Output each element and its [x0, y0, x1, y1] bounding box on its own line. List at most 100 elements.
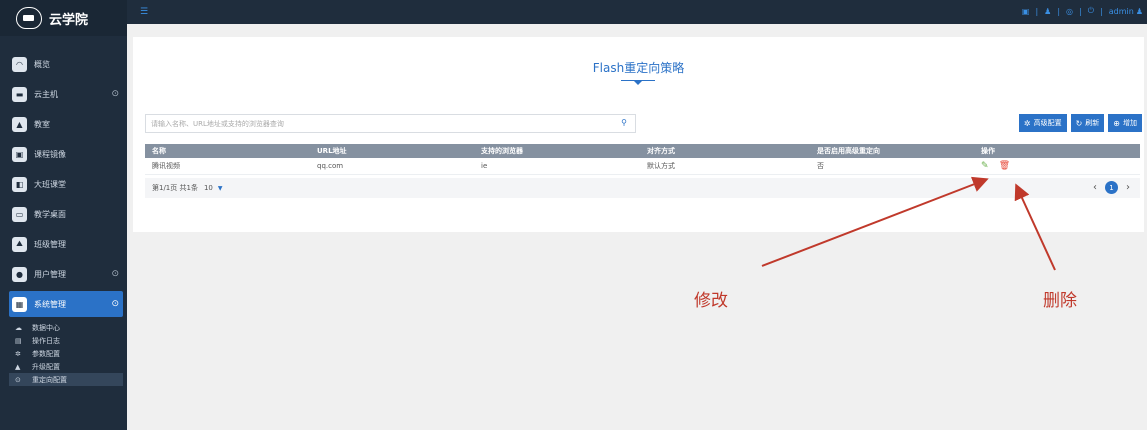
user-icon: ● [12, 266, 27, 282]
sidebar-item-label: 班级管理 [34, 239, 66, 249]
user-name[interactable]: admin [1109, 7, 1134, 16]
plus-circle-icon: ⊕ [1113, 118, 1120, 128]
sidebar-item-large-class[interactable]: ◧ 大班课堂 [9, 171, 123, 197]
advanced-config-button[interactable]: ✲ 高级配置 [1018, 114, 1067, 132]
logo[interactable]: 云学院 [0, 0, 127, 36]
sidebar-item-class-management[interactable]: ⛰ 班级管理 [9, 231, 123, 257]
pagination-bar: 第1/1页 共1条 10 ▼ ‹ 1 › [145, 178, 1140, 198]
divider: | [1079, 6, 1082, 16]
menu-toggle-icon[interactable]: ☰ [140, 7, 148, 17]
cell-browser: ie [474, 158, 640, 175]
cloud-logo-icon [16, 7, 42, 29]
sidebar-item-system-management[interactable]: ▦ 系统管理 ⊙ [9, 291, 123, 317]
sidebar-item-classroom[interactable]: ▲ 教室 [9, 111, 123, 137]
prev-page-icon[interactable]: ‹ [1093, 182, 1097, 193]
submenu-item-parameter-config[interactable]: ✲ 参数配置 [9, 347, 123, 360]
sidebar-item-cloud-host[interactable]: ▬ 云主机 ⊙ [9, 81, 123, 107]
sidebar-item-teaching-desktop[interactable]: ▭ 教学桌面 [9, 201, 123, 227]
refresh-icon: ↻ [1075, 118, 1083, 128]
page-title: Flash重定向策略 [592, 61, 685, 75]
sidebar: 云学院 ◠ 概览 ▬ 云主机 ⊙ ▲ 教室 ▣ 课程镜像 ◧ 大班课堂 ▭ 教学… [0, 0, 127, 430]
divider: | [1057, 6, 1061, 16]
add-button[interactable]: ⊕ 增加 [1108, 114, 1142, 132]
search-input[interactable] [146, 115, 606, 132]
caret-down-icon: ▼ [217, 184, 223, 192]
sidebar-item-label: 教室 [34, 119, 50, 129]
top-right-toolbar: ▣ | ♟ | ◎ | ⏻ | admin ♟ [1022, 6, 1143, 16]
page-number-button[interactable]: 1 [1105, 181, 1118, 194]
image-icon: ▣ [12, 146, 27, 162]
screen-icon[interactable]: ▣ [1022, 7, 1030, 16]
monitor-icon: ▬ [12, 86, 27, 102]
title-caret-icon [633, 80, 643, 85]
page-size-select[interactable]: 10 ▼ [204, 184, 223, 192]
sidebar-item-label: 概览 [34, 59, 50, 69]
pagination-nav: ‹ 1 › [1093, 181, 1130, 194]
top-bar: ☰ ▣ | ♟ | ◎ | ⏻ | admin ♟ [127, 0, 1147, 24]
column-header-align[interactable]: 对齐方式 [640, 144, 810, 158]
annotation-edit: 修改 [694, 291, 728, 311]
submenu-item-label: 重定向配置 [32, 375, 67, 384]
power-icon[interactable]: ⏻ [1088, 6, 1094, 16]
cloud-icon: ☁ [15, 323, 22, 332]
button-label: 增加 [1123, 120, 1137, 127]
sidebar-menu: ◠ 概览 ▬ 云主机 ⊙ ▲ 教室 ▣ 课程镜像 ◧ 大班课堂 ▭ 教学桌面 ⛰… [0, 36, 127, 317]
profile-icon[interactable]: ♟ [1044, 7, 1051, 16]
submenu-item-label: 参数配置 [32, 349, 60, 358]
system-submenu: ☁ 数据中心 ▤ 操作日志 ✲ 参数配置 ▲ 升级配置 ⊙ 重定向配置 [9, 321, 123, 386]
submenu-item-data-center[interactable]: ☁ 数据中心 [9, 321, 123, 334]
submenu-item-label: 数据中心 [32, 323, 60, 332]
user-icon[interactable]: ♟ [1136, 7, 1143, 16]
annotation-delete: 删除 [1043, 291, 1077, 311]
expand-icon[interactable]: ⊙ [111, 89, 119, 99]
table-header-row: 名称 URL地址 支持的浏览器 对齐方式 是否启用高级重定向 操作 [145, 144, 1140, 158]
sidebar-item-label: 系统管理 [34, 299, 66, 309]
document-icon: ▤ [15, 336, 22, 345]
expand-icon[interactable]: ⊙ [111, 269, 119, 279]
refresh-button[interactable]: ↻ 刷新 [1070, 114, 1105, 132]
cell-actions: ✎ 🗑 [974, 158, 1140, 175]
column-header-url[interactable]: URL地址 [310, 144, 474, 158]
column-header-name[interactable]: 名称 [145, 144, 310, 158]
desktop-icon: ▭ [12, 206, 27, 222]
sidebar-item-user-management[interactable]: ● 用户管理 ⊙ [9, 261, 123, 287]
collapse-icon[interactable]: ⊙ [111, 299, 119, 309]
cell-url: qq.com [310, 158, 474, 175]
dashboard-icon: ◠ [12, 56, 27, 72]
button-label: 高级配置 [1033, 120, 1062, 127]
next-page-icon[interactable]: › [1126, 182, 1130, 193]
delete-trash-icon[interactable]: 🗑 [999, 161, 1010, 171]
search-icon[interactable]: ⚲ [621, 118, 627, 127]
sidebar-item-label: 课程镜像 [34, 149, 66, 159]
pagination-info: 第1/1页 共1条 [152, 184, 198, 192]
submenu-item-label: 操作日志 [32, 336, 60, 345]
edit-pencil-icon[interactable]: ✎ [981, 161, 989, 171]
info-icon[interactable]: ◎ [1066, 7, 1073, 16]
divider: | [1100, 6, 1103, 16]
sidebar-item-course-image[interactable]: ▣ 课程镜像 [9, 141, 123, 167]
column-header-browser[interactable]: 支持的浏览器 [474, 144, 640, 158]
logo-text: 云学院 [49, 12, 89, 28]
divider: | [1035, 6, 1039, 16]
button-label: 刷新 [1085, 120, 1100, 127]
action-buttons: ✲ 高级配置 ↻ 刷新 ⊕ 增加 [1018, 114, 1142, 132]
cell-align: 默认方式 [640, 158, 810, 175]
submenu-item-redirect-config[interactable]: ⊙ 重定向配置 [9, 373, 123, 386]
submenu-item-label: 升级配置 [32, 362, 60, 371]
submenu-item-upgrade-config[interactable]: ▲ 升级配置 [9, 360, 123, 373]
table-row[interactable]: 腾讯视频 qq.com ie 默认方式 否 ✎ 🗑 [145, 158, 1140, 175]
page-size-value: 10 [203, 184, 213, 192]
cell-name: 腾讯视频 [145, 158, 310, 175]
upgrade-icon: ▲ [15, 362, 21, 371]
sidebar-item-overview[interactable]: ◠ 概览 [9, 51, 123, 77]
column-header-advanced[interactable]: 是否启用高级重定向 [810, 144, 974, 158]
sidebar-item-label: 大班课堂 [34, 179, 66, 189]
gear-icon: ✲ [15, 349, 21, 358]
policy-table: 名称 URL地址 支持的浏览器 对齐方式 是否启用高级重定向 操作 腾讯视频 q… [145, 144, 1140, 175]
sidebar-item-label: 云主机 [34, 89, 58, 99]
main-panel: Flash重定向策略 ⚲ ✲ 高级配置 ↻ 刷新 ⊕ 增加 名称 URL地址 支… [133, 37, 1144, 232]
submenu-item-operation-log[interactable]: ▤ 操作日志 [9, 334, 123, 347]
presentation-icon: ◧ [12, 176, 27, 192]
sidebar-item-label: 用户管理 [34, 269, 66, 279]
settings-icon: ▦ [12, 296, 27, 312]
